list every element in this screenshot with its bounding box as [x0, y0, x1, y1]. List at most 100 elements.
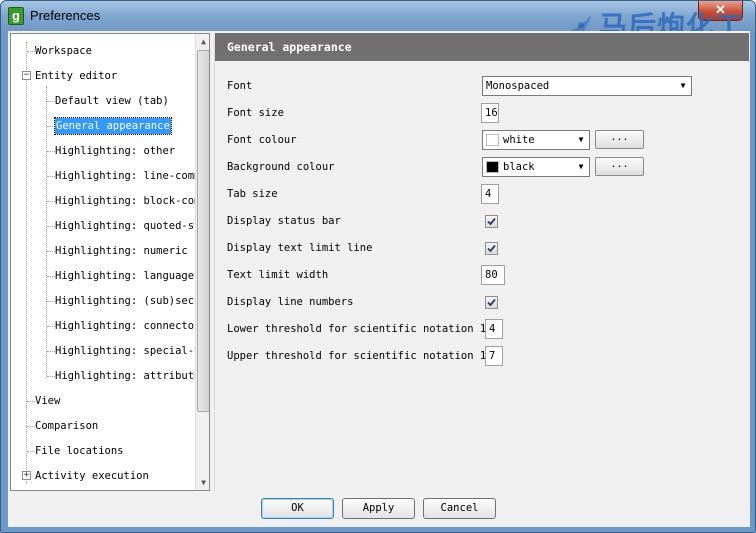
- background-colour-swatch: [486, 161, 499, 173]
- app-icon: g: [8, 7, 24, 25]
- background-colour-select[interactable]: black ▼: [482, 157, 590, 177]
- tree-connector: [47, 151, 55, 152]
- display-text-limit-line-checkbox[interactable]: [485, 242, 498, 255]
- ok-button[interactable]: OK: [261, 498, 334, 519]
- tree-guide-line: [26, 42, 27, 484]
- tree-connector: [47, 276, 55, 277]
- background-colour-label: Background colour: [227, 161, 335, 173]
- dialog-button-bar: OK Apply Cancel: [8, 493, 750, 527]
- tree-item-label: Workspace: [35, 45, 92, 57]
- tab-size-label: Tab size: [227, 188, 278, 200]
- chevron-down-icon: ▼: [578, 162, 584, 171]
- text-limit-width-label: Text limit width: [227, 269, 329, 281]
- tree-connector: [47, 226, 55, 227]
- tree-item-view[interactable]: View: [35, 391, 60, 411]
- chevron-down-icon: ▼: [680, 81, 686, 90]
- tab-size-input[interactable]: 4: [481, 184, 499, 204]
- font-select-value: Monospaced: [486, 80, 550, 92]
- tree-item-label: Activity execution: [35, 470, 149, 482]
- font-select[interactable]: Monospaced ▼: [482, 76, 692, 96]
- upper-threshold-label: Upper threshold for scientific notation …: [227, 350, 499, 362]
- tree-connector: [27, 426, 35, 427]
- tree-vertical-scrollbar[interactable]: ▲ ▼: [195, 34, 209, 490]
- apply-button[interactable]: Apply: [342, 498, 415, 519]
- window-title: Preferences: [30, 8, 101, 23]
- tree-item-comparison[interactable]: Comparison: [35, 416, 98, 436]
- tree-connector: [47, 126, 55, 127]
- scrollbar-thumb[interactable]: [197, 50, 209, 412]
- tree-item-highlighting-language[interactable]: Highlighting: language-: [55, 266, 200, 286]
- tree-item-highlighting-special-value[interactable]: Highlighting: special-v: [55, 341, 200, 361]
- tree-item-label: View: [35, 395, 61, 407]
- tree-item-entity-editor[interactable]: Entity editor: [35, 66, 117, 86]
- tree-connector: [47, 176, 55, 177]
- tree-item-highlighting-connector[interactable]: Highlighting: connector: [55, 316, 200, 336]
- tree-item-highlighting-other[interactable]: Highlighting: other: [55, 141, 175, 161]
- tree-connector: [27, 401, 35, 402]
- display-text-limit-line-label: Display text limit line: [227, 242, 373, 254]
- checkmark-icon: [487, 298, 496, 307]
- tree-item-label: Comparison: [35, 420, 99, 432]
- dialog-client-area: Workspace − Entity editor Default view (…: [8, 31, 750, 527]
- tree-item-highlighting-subsection[interactable]: Highlighting: (sub)sect: [55, 291, 200, 311]
- tree-item-label: Default view (tab): [55, 95, 169, 107]
- display-line-numbers-label: Display line numbers: [227, 296, 354, 308]
- upper-threshold-input[interactable]: 7: [485, 346, 503, 366]
- tree-item-highlighting-line-comment[interactable]: Highlighting: line-comm: [55, 166, 200, 186]
- background-colour-picker-button[interactable]: ...: [595, 157, 644, 176]
- tree-item-workspace[interactable]: Workspace: [35, 41, 92, 61]
- tree-item-label: Highlighting: other: [55, 145, 176, 157]
- lower-threshold-input[interactable]: 4: [485, 319, 503, 339]
- checkmark-icon: [487, 244, 496, 253]
- scroll-up-arrow-icon[interactable]: ▲: [196, 34, 209, 49]
- background-colour-value: black: [503, 161, 535, 173]
- tree-connector: [47, 326, 55, 327]
- font-size-label: Font size: [227, 107, 284, 119]
- font-size-input[interactable]: 16: [481, 103, 499, 123]
- lower-threshold-label: Lower threshold for scientific notation …: [227, 323, 499, 335]
- tree-item-highlighting-numeric[interactable]: Highlighting: numeric: [55, 241, 188, 261]
- tree-connector: [47, 376, 55, 377]
- cancel-button[interactable]: Cancel: [423, 498, 496, 519]
- font-colour-label: Font colour: [227, 134, 297, 146]
- title-bar[interactable]: g Preferences ✕: [1, 1, 755, 31]
- preferences-window: g Preferences ✕ 马后炮化工 Mahoupao.net: [0, 0, 756, 533]
- tree-connector: [47, 201, 55, 202]
- text-limit-width-input[interactable]: 80: [481, 265, 505, 285]
- tree-item-highlighting-block-comment[interactable]: Highlighting: block-comm: [55, 191, 207, 211]
- tree-item-highlighting-attribute[interactable]: Highlighting: attribute: [55, 366, 200, 386]
- panel-title: General appearance: [215, 33, 749, 61]
- tree-item-label: Highlighting: (sub)sect: [55, 295, 201, 307]
- tree-item-label: Highlighting: numeric: [55, 245, 188, 257]
- tree-item-label: Highlighting: quoted-st: [55, 220, 201, 232]
- tree-item-label: Highlighting: connector: [55, 320, 201, 332]
- collapse-icon[interactable]: −: [22, 71, 31, 80]
- tree-item-activity-execution[interactable]: Activity execution: [35, 466, 149, 486]
- tree-item-label: Highlighting: line-comm: [55, 170, 201, 182]
- close-button[interactable]: ✕: [698, 1, 743, 21]
- tree-item-file-locations[interactable]: File locations: [35, 441, 124, 461]
- tree-connector: [47, 101, 55, 102]
- tree-item-general-appearance[interactable]: General appearance: [54, 116, 172, 136]
- tree-item-default-view[interactable]: Default view (tab): [55, 91, 169, 111]
- font-colour-select[interactable]: white ▼: [482, 130, 590, 150]
- tree-item-label: Highlighting: language-: [55, 270, 201, 282]
- font-colour-swatch: [486, 134, 499, 146]
- tree-item-label: Entity editor: [35, 70, 118, 82]
- font-colour-picker-button[interactable]: ...: [595, 130, 644, 149]
- chevron-down-icon: ▼: [578, 135, 584, 144]
- font-label: Font: [227, 80, 253, 92]
- expand-icon[interactable]: +: [22, 471, 31, 480]
- tree-connector: [47, 351, 55, 352]
- tree-item-label: File locations: [35, 445, 124, 457]
- tree-item-label: Highlighting: block-comm: [55, 195, 207, 207]
- tree-connector: [47, 301, 55, 302]
- settings-panel: General appearance Font Monospaced ▼ Fon…: [214, 33, 749, 491]
- tree-connector: [27, 451, 35, 452]
- preferences-tree[interactable]: Workspace − Entity editor Default view (…: [10, 33, 210, 491]
- display-status-bar-checkbox[interactable]: [485, 215, 498, 228]
- tree-item-highlighting-quoted-string[interactable]: Highlighting: quoted-st: [55, 216, 200, 236]
- display-line-numbers-checkbox[interactable]: [485, 296, 498, 309]
- scroll-down-arrow-icon[interactable]: ▼: [196, 475, 209, 490]
- font-colour-value: white: [503, 134, 535, 146]
